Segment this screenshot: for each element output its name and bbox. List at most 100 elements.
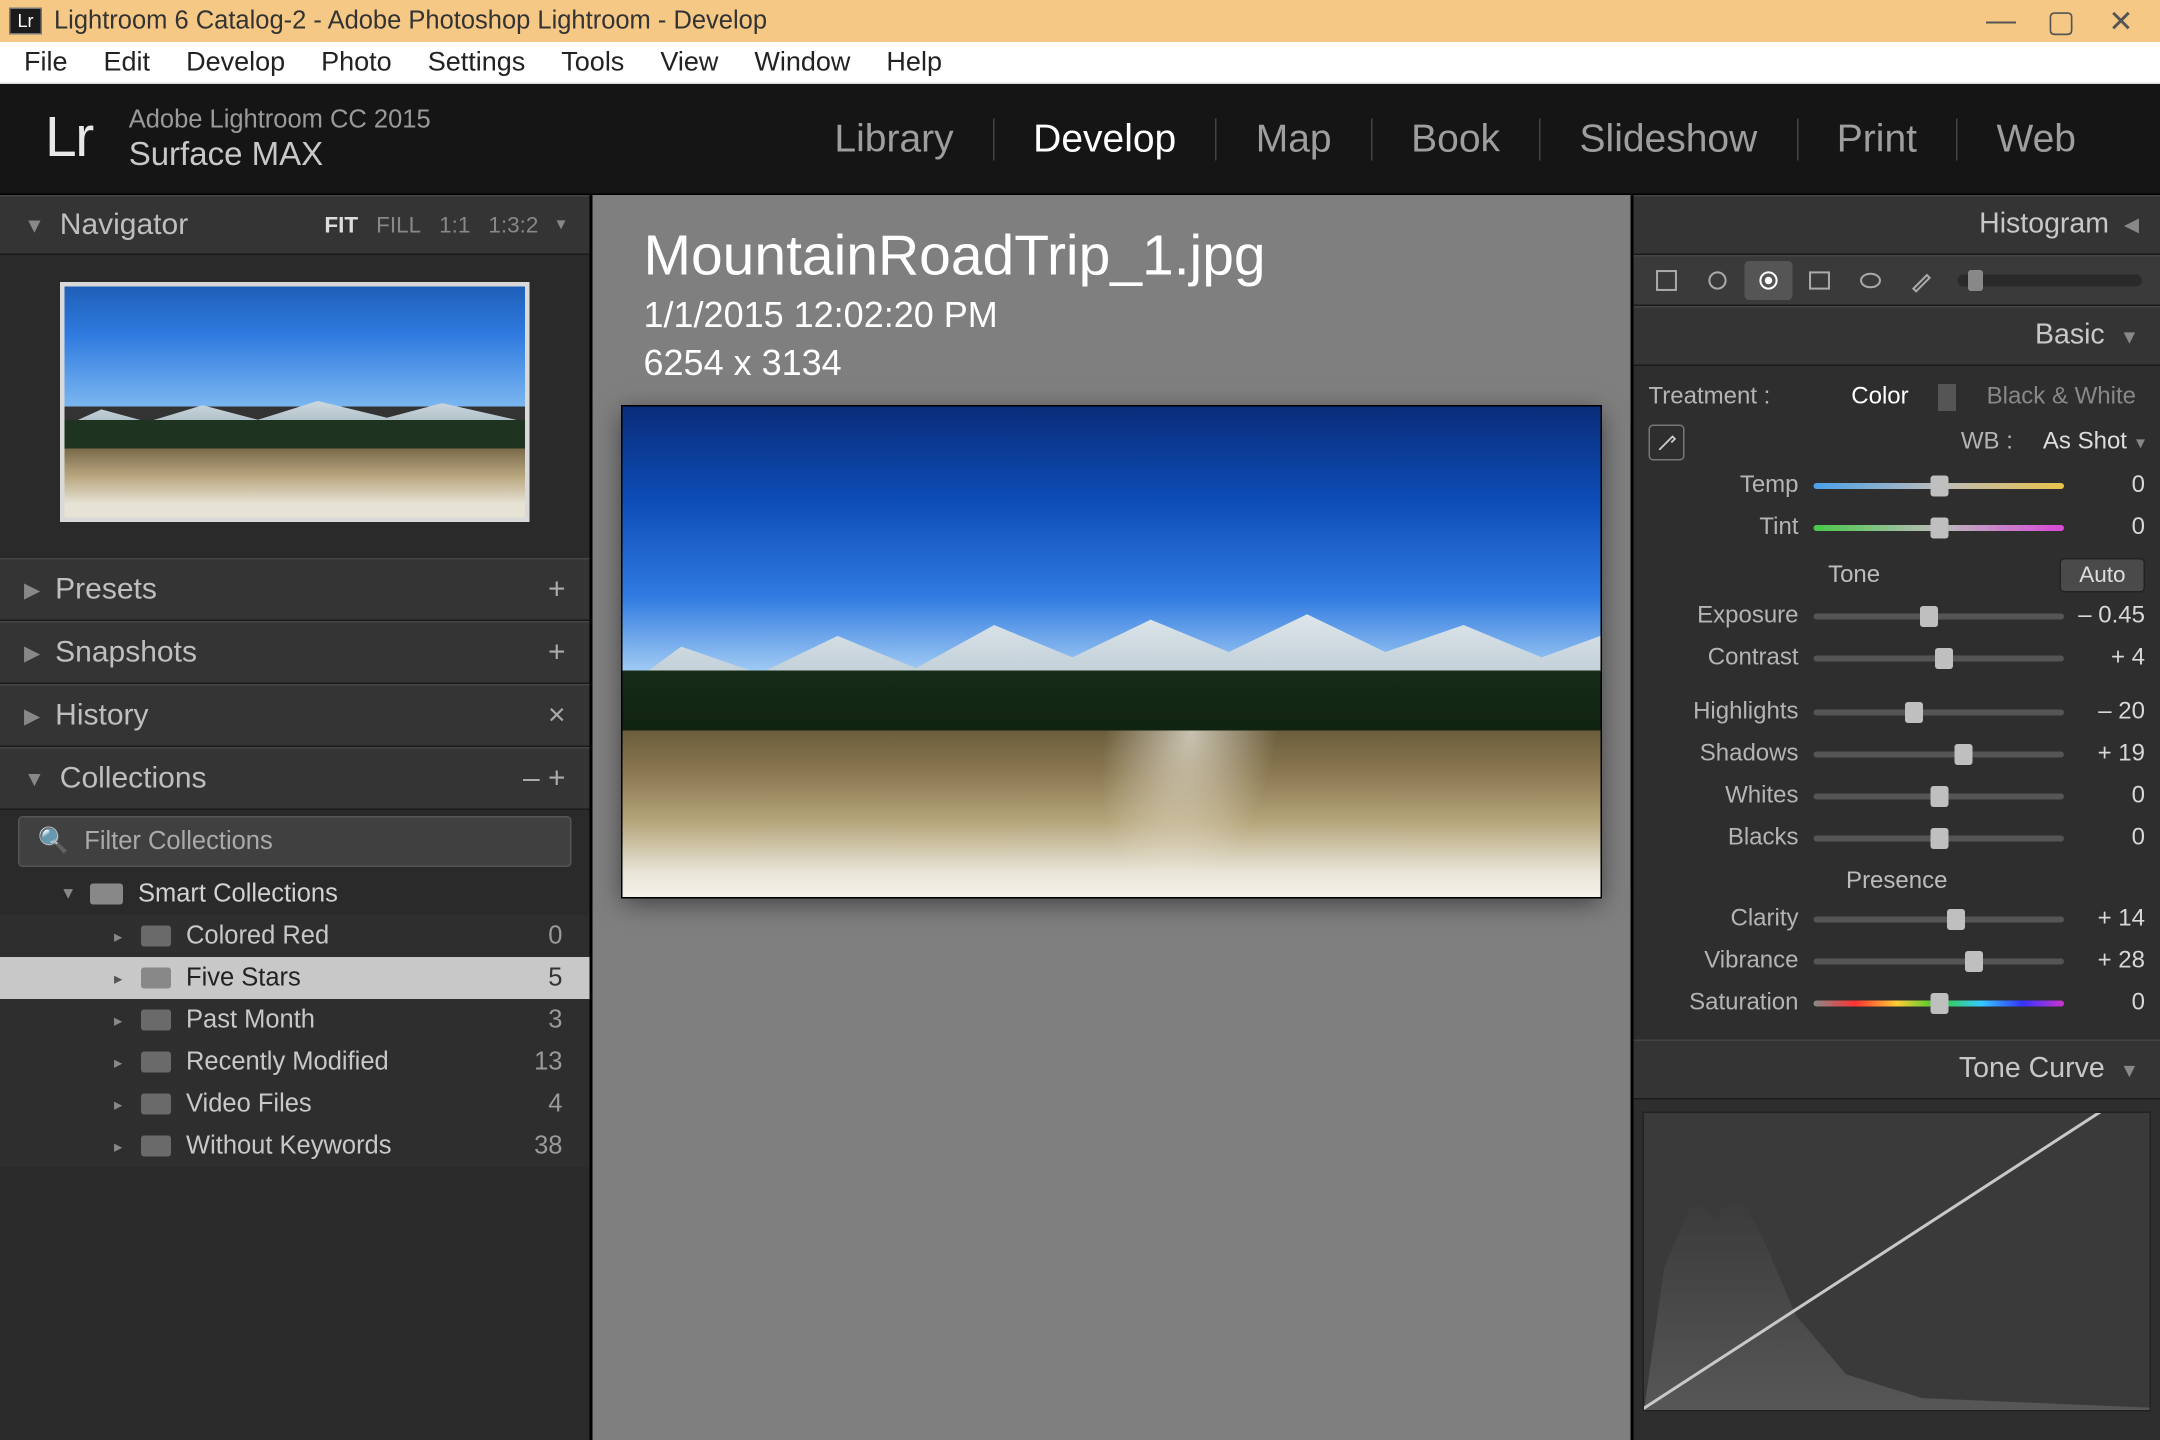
radial-filter-tool[interactable]: [1847, 261, 1895, 300]
shadows-slider[interactable]: [1814, 747, 2065, 762]
lightroom-logo: Lr: [45, 107, 93, 172]
shadows-value[interactable]: + 19: [2064, 741, 2145, 768]
main-image-canvas[interactable]: [623, 407, 1601, 897]
collection-count: 13: [534, 1047, 562, 1077]
menu-tools[interactable]: Tools: [546, 44, 639, 82]
adjustment-brush-tool[interactable]: [1898, 261, 1946, 300]
identity-plate[interactable]: Adobe Lightroom CC 2015 Surface MAX: [129, 105, 431, 172]
blacks-slider-row: Blacks 0: [1649, 818, 2146, 860]
tone-curve-graph[interactable]: [1643, 1112, 2152, 1412]
graduated-filter-tool[interactable]: [1796, 261, 1844, 300]
collections-add-button[interactable]: +: [548, 761, 566, 796]
smart-collection-icon: [141, 926, 171, 947]
contrast-slider[interactable]: [1814, 651, 2065, 666]
treatment-bw[interactable]: Black & White: [1978, 384, 2145, 411]
module-develop[interactable]: Develop: [994, 116, 1215, 163]
zoom-1to1[interactable]: 1:1: [439, 212, 470, 238]
presets-add-button[interactable]: +: [548, 572, 566, 607]
menu-photo[interactable]: Photo: [306, 44, 407, 82]
collapse-icon: ▼: [60, 885, 76, 903]
zoom-fit[interactable]: FIT: [324, 212, 358, 238]
menu-settings[interactable]: Settings: [413, 44, 541, 82]
collection-label: Five Stars: [186, 963, 301, 993]
module-library[interactable]: Library: [795, 116, 992, 163]
collection-without-keywords[interactable]: ▸ Without Keywords 38: [0, 1125, 590, 1167]
auto-tone-button[interactable]: Auto: [2060, 558, 2145, 593]
spot-removal-tool[interactable]: [1694, 261, 1742, 300]
history-clear-button[interactable]: ×: [548, 698, 566, 733]
image-datetime: 1/1/2015 12:02:20 PM: [644, 296, 1580, 338]
window-minimize-button[interactable]: —: [1971, 4, 2031, 39]
history-header[interactable]: ▶ History ×: [0, 684, 590, 747]
tint-slider[interactable]: [1814, 521, 2065, 536]
clarity-label: Clarity: [1649, 906, 1814, 933]
menu-window[interactable]: Window: [739, 44, 865, 82]
collection-recently-modified[interactable]: ▸ Recently Modified 13: [0, 1041, 590, 1083]
basic-panel-header[interactable]: Basic ▼: [1634, 306, 2160, 366]
histogram-title: Histogram: [1979, 209, 2109, 242]
collections-filter-input[interactable]: 🔍 Filter Collections: [18, 816, 572, 867]
module-slideshow[interactable]: Slideshow: [1541, 116, 1797, 163]
exposure-value[interactable]: – 0.45: [2064, 603, 2145, 630]
wb-eyedropper-tool[interactable]: [1649, 425, 1685, 461]
vibrance-value[interactable]: + 28: [2064, 948, 2145, 975]
vibrance-slider[interactable]: [1814, 954, 2065, 969]
blacks-value[interactable]: 0: [2064, 825, 2145, 852]
wb-dropdown-icon[interactable]: ▾: [2136, 432, 2145, 453]
blacks-slider[interactable]: [1814, 831, 2065, 846]
tone-curve-header[interactable]: Tone Curve ▼: [1634, 1040, 2160, 1100]
presets-header[interactable]: ▶ Presets +: [0, 558, 590, 621]
toolstrip-slider[interactable]: [1958, 275, 2143, 287]
navigator-preview[interactable]: [0, 255, 590, 558]
module-map[interactable]: Map: [1217, 116, 1371, 163]
window-close-button[interactable]: ✕: [2091, 2, 2151, 40]
collection-video-files[interactable]: ▸ Video Files 4: [0, 1083, 590, 1125]
menu-file[interactable]: File: [9, 44, 83, 82]
window-maximize-button[interactable]: ▢: [2031, 2, 2091, 40]
collections-header[interactable]: ▼ Collections – +: [0, 747, 590, 810]
tint-value[interactable]: 0: [2064, 515, 2145, 542]
crop-tool[interactable]: [1643, 261, 1691, 300]
wb-value[interactable]: As Shot: [2043, 429, 2127, 456]
redeye-tool[interactable]: [1745, 261, 1793, 300]
menu-develop[interactable]: Develop: [171, 44, 300, 82]
temp-slider[interactable]: [1814, 479, 2065, 494]
clarity-value[interactable]: + 14: [2064, 906, 2145, 933]
collection-past-month[interactable]: ▸ Past Month 3: [0, 999, 590, 1041]
highlights-value[interactable]: – 20: [2064, 699, 2145, 726]
menu-edit[interactable]: Edit: [89, 44, 166, 82]
temp-value[interactable]: 0: [2064, 473, 2145, 500]
whites-slider[interactable]: [1814, 789, 2065, 804]
exposure-slider[interactable]: [1814, 609, 2065, 624]
saturation-value[interactable]: 0: [2064, 990, 2145, 1017]
collection-five-stars[interactable]: ▸ Five Stars 5: [0, 957, 590, 999]
menu-view[interactable]: View: [645, 44, 733, 82]
collection-colored-red[interactable]: ▸ Colored Red 0: [0, 915, 590, 957]
collapse-icon: ◀: [2124, 213, 2139, 237]
collection-count: 0: [548, 921, 562, 951]
saturation-slider[interactable]: [1814, 996, 2065, 1011]
zoom-custom[interactable]: 1:3:2: [488, 212, 538, 238]
zoom-menu-icon[interactable]: ▾: [556, 212, 565, 238]
smart-collection-icon: [141, 1052, 171, 1073]
navigator-zoom-options[interactable]: FIT FILL 1:1 1:3:2 ▾: [324, 212, 565, 238]
module-book[interactable]: Book: [1372, 116, 1539, 163]
collections-minus-button[interactable]: –: [523, 761, 548, 796]
tint-label: Tint: [1649, 515, 1814, 542]
zoom-fill[interactable]: FILL: [376, 212, 421, 238]
highlights-slider[interactable]: [1814, 705, 2065, 720]
whites-value[interactable]: 0: [2064, 783, 2145, 810]
module-web[interactable]: Web: [1958, 116, 2116, 163]
navigator-header[interactable]: ▼ Navigator FIT FILL 1:1 1:3:2 ▾: [0, 195, 590, 255]
histogram-header[interactable]: Histogram ◀: [1634, 195, 2160, 255]
contrast-value[interactable]: + 4: [2064, 645, 2145, 672]
snapshots-header[interactable]: ▶ Snapshots +: [0, 621, 590, 684]
snapshots-add-button[interactable]: +: [548, 635, 566, 670]
module-print[interactable]: Print: [1798, 116, 1956, 163]
menu-help[interactable]: Help: [871, 44, 957, 82]
treatment-color[interactable]: Color: [1842, 384, 1917, 411]
center-canvas-area: MountainRoadTrip_1.jpg 1/1/2015 12:02:20…: [591, 195, 1632, 1440]
tone-curve-title: Tone Curve: [1959, 1053, 2105, 1086]
clarity-slider[interactable]: [1814, 912, 2065, 927]
smart-collections-group[interactable]: ▼ Smart Collections: [0, 873, 590, 915]
